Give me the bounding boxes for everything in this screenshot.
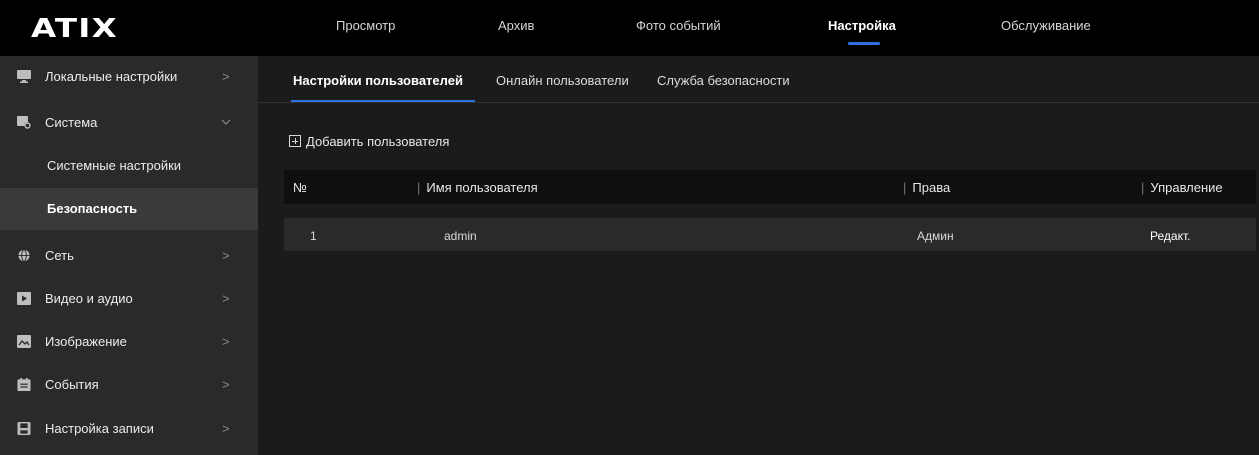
- chevron-right-icon: >: [222, 421, 230, 436]
- sidebar-item-local-settings[interactable]: Локальные настройки >: [0, 56, 258, 98]
- chevron-right-icon: >: [222, 248, 230, 263]
- main-content: Настройки пользователей Онлайн пользоват…: [258, 56, 1259, 455]
- sidebar-item-label: События: [45, 377, 99, 392]
- tab-user-settings[interactable]: Настройки пользователей: [293, 73, 463, 88]
- nav-event-photos[interactable]: Фото событий: [636, 18, 721, 33]
- chevron-right-icon: >: [222, 291, 230, 306]
- sidebar-item-video-audio[interactable]: Видео и аудио >: [0, 278, 258, 320]
- tab-online-users[interactable]: Онлайн пользователи: [496, 73, 629, 88]
- column-header-label: Права: [912, 180, 951, 195]
- sidebar-item-label: Локальные настройки: [45, 69, 178, 84]
- sidebar-item-label: Система: [45, 115, 98, 130]
- chevron-right-icon: >: [222, 377, 230, 392]
- sidebar-item-events[interactable]: События >: [0, 364, 258, 406]
- tab-bar: Настройки пользователей Онлайн пользоват…: [258, 56, 1259, 103]
- tab-active-indicator: [291, 100, 475, 102]
- video-icon: [17, 292, 31, 305]
- sidebar-item-system-settings[interactable]: Системные настройки: [0, 145, 258, 187]
- column-header-username: | Имя пользователя: [417, 180, 538, 195]
- column-header-number: №: [293, 180, 307, 195]
- nav-view[interactable]: Просмотр: [336, 18, 395, 33]
- nav-settings[interactable]: Настройка: [828, 18, 896, 33]
- nav-archive[interactable]: Архив: [498, 18, 534, 33]
- chevron-down-icon: [221, 119, 231, 125]
- save-record-icon: [17, 422, 31, 435]
- network-globe-icon: [18, 249, 30, 262]
- top-bar: ATIX Просмотр Архив Фото событий Настрой…: [0, 0, 1259, 56]
- image-icon: [17, 335, 31, 348]
- sidebar-item-record-settings[interactable]: Настройка записи >: [0, 408, 258, 450]
- cell-username: admin: [444, 229, 477, 243]
- sidebar-item-security[interactable]: Безопасность: [0, 188, 258, 230]
- cell-rights: Админ: [917, 229, 954, 243]
- chevron-right-icon: >: [222, 334, 230, 349]
- tab-security-service[interactable]: Служба безопасности: [657, 73, 790, 88]
- sidebar-item-system[interactable]: Система: [0, 102, 258, 144]
- sidebar-item-image[interactable]: Изображение >: [0, 321, 258, 363]
- sidebar-item-label: Настройка записи: [45, 421, 154, 436]
- table-row[interactable]: 1 admin Админ Редакт.: [284, 218, 1256, 251]
- edit-user-link[interactable]: Редакт.: [1150, 229, 1190, 243]
- add-user-label: Добавить пользователя: [306, 134, 450, 149]
- sidebar-item-label: Видео и аудио: [45, 291, 133, 306]
- column-header-label: Имя пользователя: [426, 180, 538, 195]
- column-header-label: Управление: [1150, 180, 1223, 195]
- sidebar: Локальные настройки > Система Системные …: [0, 56, 258, 455]
- sidebar-item-network[interactable]: Сеть >: [0, 235, 258, 277]
- brand-logo: ATIX: [31, 14, 118, 44]
- sidebar-item-label: Сеть: [45, 248, 74, 263]
- chevron-right-icon: >: [222, 69, 230, 84]
- sidebar-item-label: Системные настройки: [47, 158, 182, 173]
- add-user-button[interactable]: Добавить пользователя: [289, 133, 449, 151]
- plus-box-icon: [289, 135, 301, 147]
- sidebar-item-label: Изображение: [45, 334, 127, 349]
- nav-active-indicator: [848, 42, 880, 45]
- sidebar-item-label: Безопасность: [47, 201, 138, 216]
- nav-maintenance[interactable]: Обслуживание: [1001, 18, 1091, 33]
- cell-number: 1: [310, 229, 317, 243]
- monitor-icon: [17, 70, 31, 83]
- calendar-icon: [17, 378, 31, 391]
- column-header-management: | Управление: [1141, 180, 1223, 195]
- system-settings-icon: [17, 116, 31, 129]
- column-header-rights: | Права: [903, 180, 951, 195]
- table-header: № | Имя пользователя | Права | Управление: [284, 170, 1256, 204]
